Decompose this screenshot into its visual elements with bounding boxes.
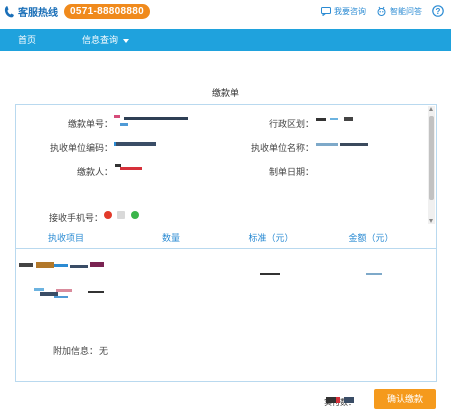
add-phone-button[interactable] [131,211,139,219]
col-head-quantity: 数量 [161,233,180,243]
redacted-standard [260,273,280,275]
redacted-paid-amount [344,397,354,403]
redacted-item [54,296,68,298]
redacted-item [70,265,88,268]
page-title: 缴款单 [211,88,239,98]
redacted-value [114,115,120,118]
payer-label: 缴款人： [76,167,113,177]
col-head-item: 执收项目 [47,233,84,243]
phone-label: 接收手机号： [48,213,103,223]
region-label: 行政区划： [268,119,314,129]
redacted-value [116,142,156,146]
col-head-standard: 标准（元） [248,233,294,243]
redacted-item [56,289,72,292]
redacted-item [54,264,68,267]
redacted-value [120,123,128,126]
footer-bar: 实付数： 确认缴款 [0,384,451,412]
redacted-amount [366,273,382,275]
col-head-amount: 金额（元） [348,233,394,243]
consult-link-label: 我要咨询 [334,6,366,16]
remove-phone-button[interactable] [104,211,112,219]
top-links: 我要咨询 智能问答 ? [321,5,447,17]
redacted-paid-amount [336,397,340,403]
extra-info-label: 附加信息： [52,346,98,356]
redacted-value [330,118,338,120]
svg-text:?: ? [436,7,441,16]
smart-qa-link[interactable]: 智能问答 [376,6,422,17]
payment-no-label: 缴款单号： [67,119,113,129]
header-divider [16,248,436,249]
redacted-paid-amount [326,397,336,403]
redacted-value [316,118,326,121]
issue-date-label: 制单日期： [268,167,314,177]
chevron-down-icon [123,38,130,43]
smart-qa-link-label: 智能问答 [390,6,422,16]
help-icon: ? [432,5,444,17]
panel-scrollbar[interactable] [428,106,435,224]
extra-info-value: 无 [99,346,109,356]
top-bar: 客服热线 0571-88808880 我要咨询 智能问答 ? [0,0,451,26]
scroll-up-icon[interactable] [429,107,433,111]
edit-phone-button[interactable] [117,211,125,219]
help-button[interactable]: ? [432,5,447,17]
redacted-item [34,288,44,291]
hotline: 客服热线 0571-88808880 [4,4,150,19]
redacted-item [19,263,33,267]
collector-code-label: 执收单位编码： [49,143,113,153]
payment-slip-panel: 缴款单号： 行政区划： 执收单位编码： 执收单位名称： 缴款人： 制单日期： 接… [15,104,437,382]
redacted-value [120,167,142,170]
robot-icon [377,6,386,16]
scroll-down-icon[interactable] [429,219,433,223]
redacted-item [88,291,104,293]
redacted-value [340,143,368,146]
nav-home[interactable]: 首页 [18,29,36,51]
redacted-item [36,262,54,268]
hotline-label: 客服热线 [18,8,58,19]
phone-icon [4,5,14,17]
consult-link[interactable]: 我要咨询 [321,6,366,17]
chat-icon [321,6,331,16]
redacted-value [124,117,188,120]
confirm-payment-button[interactable]: 确认缴款 [374,389,436,409]
redacted-value [316,143,338,146]
collector-name-label: 执收单位名称： [250,143,314,153]
redacted-value [344,117,353,121]
nav-info-query-label: 信息查询 [82,35,119,45]
nav-info-query[interactable]: 信息查询 [82,29,130,51]
hotline-number: 0571-88808880 [64,4,150,19]
redacted-item [90,262,104,267]
scroll-thumb[interactable] [429,116,434,200]
nav-bar: 首页 信息查询 [0,29,451,51]
